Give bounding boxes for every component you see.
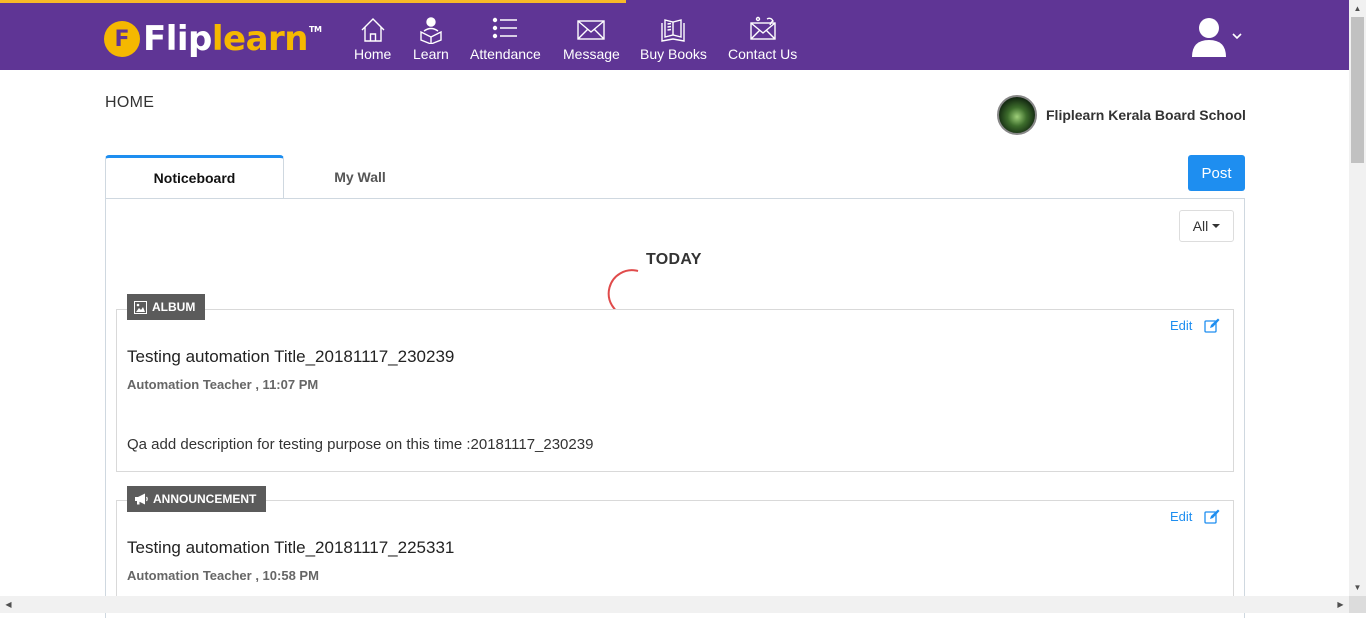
scroll-up-arrow-icon[interactable]: ▲ bbox=[1349, 0, 1366, 17]
post-meta: Automation Teacher , 10:58 PM bbox=[127, 568, 319, 583]
caret-down-icon bbox=[1212, 224, 1221, 228]
post-type-label: ANNOUNCEMENT bbox=[153, 492, 257, 506]
edit-post-link[interactable]: Edit bbox=[1170, 318, 1192, 333]
school-name: Fliplearn Kerala Board School bbox=[1046, 107, 1246, 123]
school-info: Fliplearn Kerala Board School bbox=[997, 95, 1246, 135]
date-section-label: TODAY bbox=[646, 251, 702, 268]
image-icon bbox=[134, 300, 147, 314]
nav-contact-us[interactable]: Contact Us bbox=[728, 16, 797, 66]
learn-icon bbox=[420, 17, 442, 44]
post-button[interactable]: Post bbox=[1188, 155, 1245, 191]
tab-bar: Noticeboard My Wall bbox=[105, 155, 436, 199]
horizontal-scrollbar[interactable]: ◀ ▶ bbox=[0, 596, 1349, 613]
post-title[interactable]: Testing automation Title_20181117_225331 bbox=[127, 538, 454, 558]
list-icon bbox=[493, 17, 518, 39]
tab-my-wall[interactable]: My Wall bbox=[284, 155, 436, 199]
edit-post-link[interactable]: Edit bbox=[1170, 509, 1192, 524]
nav-message[interactable]: Message bbox=[563, 16, 620, 66]
tab-noticeboard[interactable]: Noticeboard bbox=[105, 155, 284, 199]
post-type-badge: ANNOUNCEMENT bbox=[127, 486, 267, 512]
envelope-icon bbox=[577, 20, 606, 40]
vertical-scrollbar[interactable]: ▲ ▼ bbox=[1349, 0, 1366, 596]
edit-icon[interactable] bbox=[1204, 509, 1220, 525]
nav-buy-books-label: Buy Books bbox=[640, 46, 707, 62]
post-meta: Automation Teacher , 11:07 PM bbox=[127, 377, 319, 392]
scrollbar-corner bbox=[1349, 596, 1366, 613]
nav-home[interactable]: Home bbox=[354, 16, 391, 66]
scroll-left-arrow-icon[interactable]: ◀ bbox=[0, 596, 17, 613]
nav-buy-books[interactable]: Buy Books bbox=[640, 16, 707, 66]
post-type-label: ALBUM bbox=[152, 300, 196, 314]
page-loading-bar bbox=[0, 0, 626, 3]
filter-dropdown[interactable]: All bbox=[1179, 210, 1234, 242]
user-avatar-icon bbox=[1192, 18, 1226, 57]
books-icon bbox=[661, 19, 686, 42]
nav-message-label: Message bbox=[563, 46, 620, 62]
contact-envelope-icon bbox=[749, 16, 776, 40]
post-title[interactable]: Testing automation Title_20181117_230239 bbox=[127, 347, 454, 367]
nav-learn-label: Learn bbox=[413, 46, 449, 62]
nav-contact-us-label: Contact Us bbox=[728, 46, 798, 62]
scroll-down-arrow-icon[interactable]: ▼ bbox=[1349, 579, 1366, 596]
nav-attendance-label: Attendance bbox=[470, 46, 541, 62]
filter-value: All bbox=[1192, 218, 1209, 234]
scrollbar-thumb[interactable] bbox=[1351, 17, 1364, 163]
nav-attendance[interactable]: Attendance bbox=[470, 16, 541, 66]
edit-icon[interactable] bbox=[1204, 318, 1220, 334]
school-avatar bbox=[997, 95, 1037, 135]
page-title: HOME bbox=[105, 94, 155, 111]
nav-learn[interactable]: Learn bbox=[413, 16, 449, 66]
chevron-down-icon bbox=[1232, 29, 1242, 43]
top-nav-bar: F FliplearnTM Home Learn Attendance Mess… bbox=[0, 0, 1349, 70]
logo-badge-icon: F bbox=[104, 21, 140, 57]
post-description: Qa add description for testing purpose o… bbox=[127, 436, 594, 453]
megaphone-icon bbox=[135, 493, 148, 505]
user-menu[interactable] bbox=[1190, 14, 1248, 58]
logo-text: FliplearnTM bbox=[143, 19, 322, 59]
nav-home-label: Home bbox=[354, 46, 392, 62]
fliplearn-logo[interactable]: F FliplearnTM bbox=[104, 19, 322, 59]
home-icon bbox=[361, 18, 385, 42]
scroll-right-arrow-icon[interactable]: ▶ bbox=[1332, 596, 1349, 613]
post-type-badge: ALBUM bbox=[127, 294, 206, 320]
